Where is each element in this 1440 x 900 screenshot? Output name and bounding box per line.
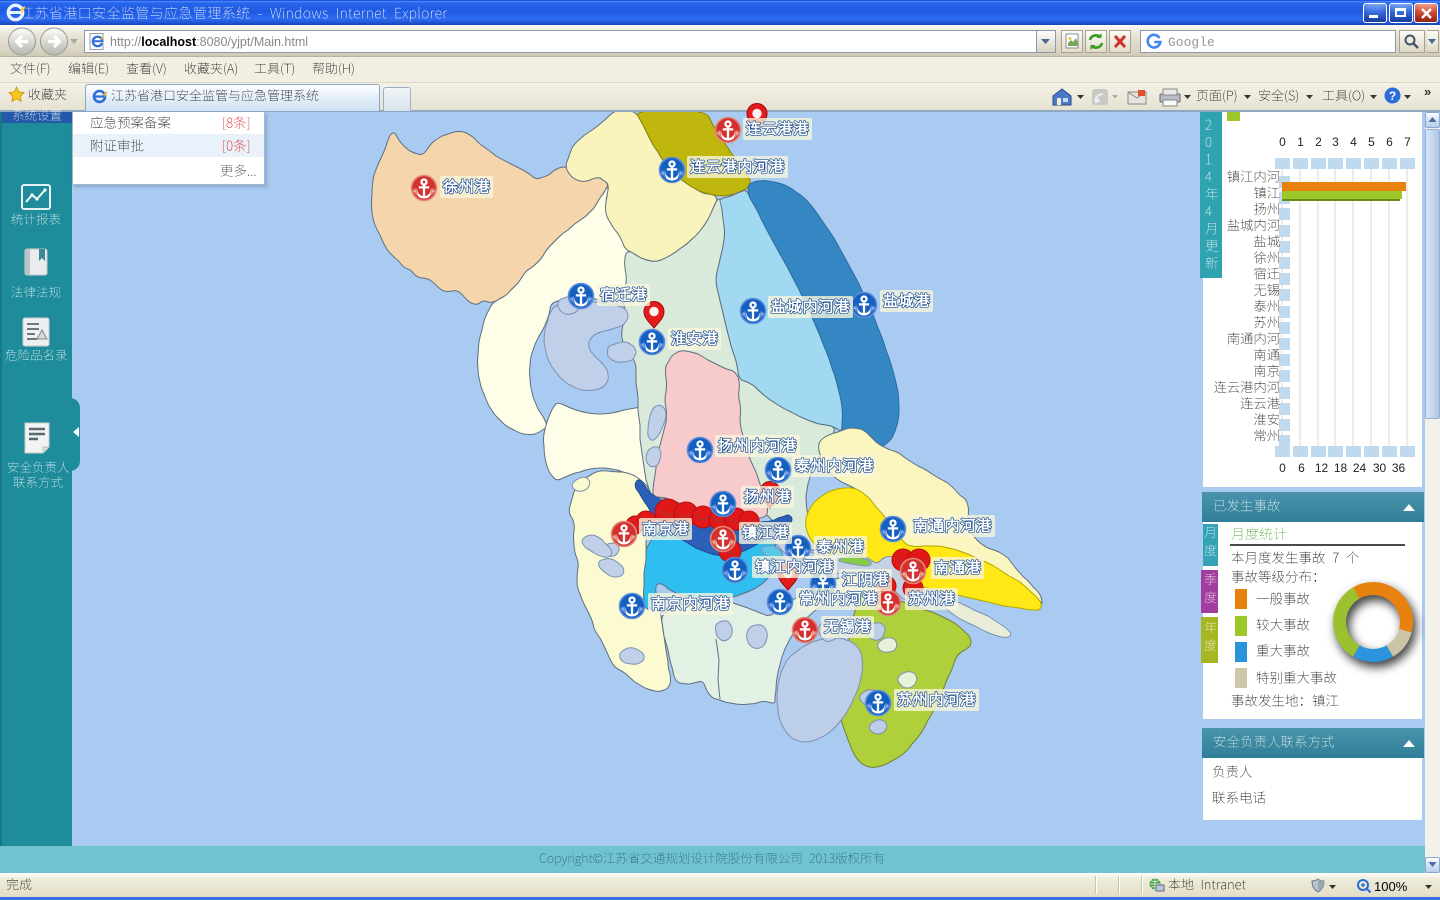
svg-text:?: ?: [1389, 89, 1396, 103]
